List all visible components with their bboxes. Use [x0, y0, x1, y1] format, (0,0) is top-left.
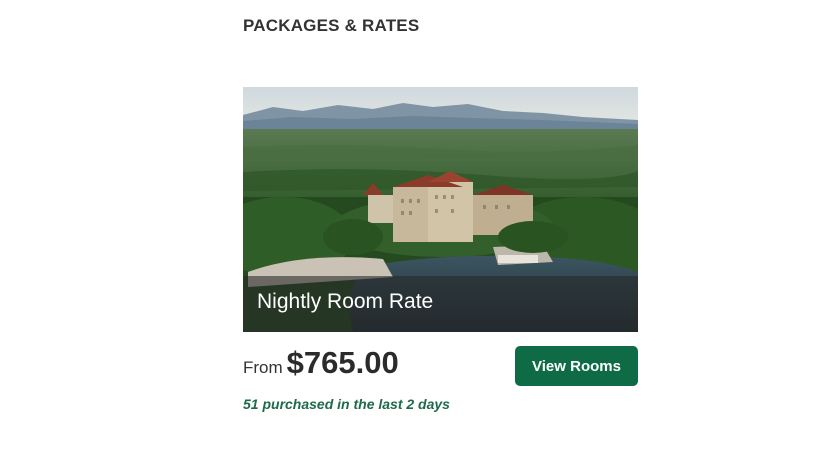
image-caption-overlay: Nightly Room Rate	[243, 276, 638, 332]
price-amount: $765.00	[286, 345, 399, 380]
price-prefix: From	[243, 358, 283, 377]
package-image[interactable]: Nightly Room Rate	[243, 87, 638, 332]
package-name: Nightly Room Rate	[257, 290, 434, 313]
view-rooms-button[interactable]: View Rooms	[515, 346, 638, 386]
price-row: From $765.00	[243, 345, 503, 389]
purchase-note: 51 purchased in the last 2 days	[243, 396, 450, 412]
package-card: Nightly Room Rate From $765.00 View Rooms…	[243, 87, 638, 422]
section-title: PACKAGES & RATES	[243, 16, 420, 35]
